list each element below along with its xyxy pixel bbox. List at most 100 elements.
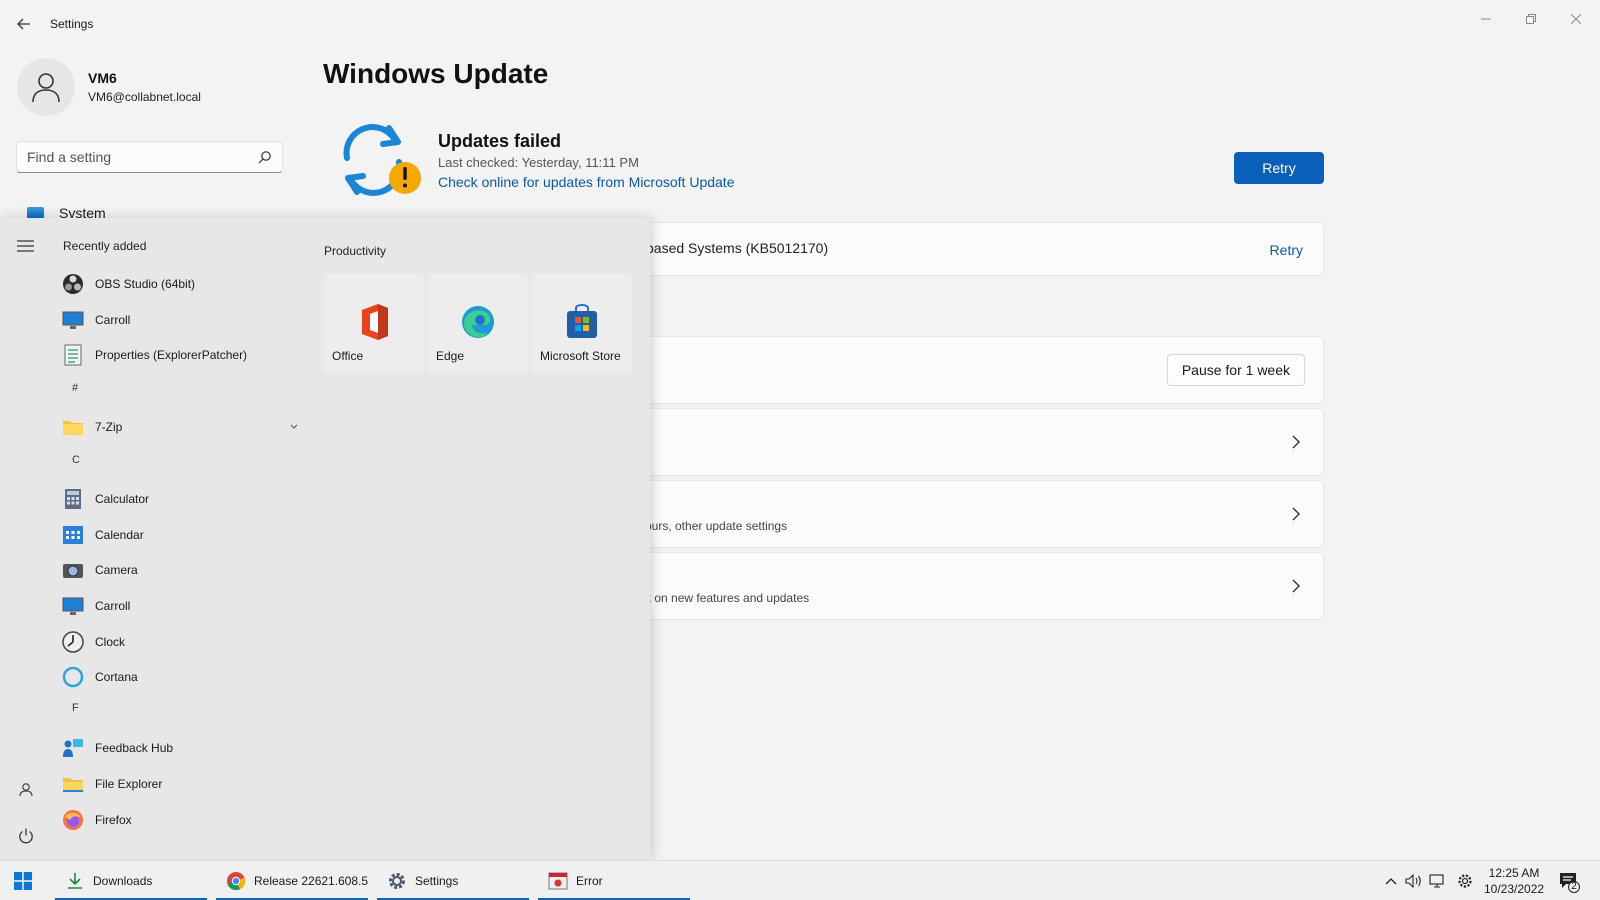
profile-name: VM6 xyxy=(88,70,117,86)
last-checked-text: Last checked: Yesterday, 11:11 PM xyxy=(438,155,639,170)
user-account-icon[interactable] xyxy=(17,781,35,799)
hamburger-menu-icon[interactable] xyxy=(17,240,34,252)
app-item-label: Feedback Hub xyxy=(95,741,174,755)
retry-button[interactable]: Retry xyxy=(1234,152,1324,184)
notification-center-button[interactable]: 2 xyxy=(1558,871,1580,893)
app-item-label: OBS Studio (64bit) xyxy=(95,277,196,291)
app-item-properties-explorerpatcher[interactable]: Properties (ExplorerPatcher) xyxy=(62,340,302,370)
minimize-button[interactable] xyxy=(1472,8,1500,30)
microsoft-store-icon xyxy=(567,304,597,338)
start-menu: Recently added OBS Studio (64bit) Carrol… xyxy=(0,218,650,860)
taskbar-item-label: Downloads xyxy=(93,874,153,888)
app-item-file-explorer[interactable]: File Explorer xyxy=(62,769,302,799)
taskbar-item-chrome[interactable]: Release 22621.608.5... xyxy=(216,861,368,900)
app-item-label: Carroll xyxy=(95,313,131,327)
properties-icon xyxy=(62,344,84,366)
recently-added-heading: Recently added xyxy=(63,239,147,253)
app-item-label: Calendar xyxy=(95,528,144,542)
app-item-7zip[interactable]: 7-Zip xyxy=(62,412,302,442)
chrome-icon xyxy=(226,871,246,891)
search-icon[interactable] xyxy=(258,150,272,164)
taskbar-clock[interactable]: 12:25 AM 10/23/2022 xyxy=(1484,865,1544,897)
calendar-icon xyxy=(62,524,84,546)
taskbar-item-downloads[interactable]: Downloads xyxy=(55,861,207,900)
power-icon[interactable] xyxy=(17,827,35,845)
gear-icon xyxy=(387,871,407,891)
check-online-link[interactable]: Check online for updates from Microsoft … xyxy=(438,174,734,190)
app-item-label: 7-Zip xyxy=(95,420,123,434)
tile-edge[interactable]: Edge xyxy=(428,274,528,372)
tile-label: Office xyxy=(332,349,364,363)
app-item-label: Firefox xyxy=(95,813,132,827)
app-item-camera[interactable]: Camera xyxy=(62,555,302,585)
tile-office[interactable]: Office xyxy=(324,274,424,372)
app-item-label: Properties (ExplorerPatcher) xyxy=(95,348,248,362)
taskbar-item-error[interactable]: Error xyxy=(538,861,690,900)
monitor-icon xyxy=(62,595,84,617)
folder-icon xyxy=(62,773,84,795)
minimize-icon xyxy=(1481,18,1491,20)
taskbar-item-settings[interactable]: Settings xyxy=(377,861,529,900)
app-title: Settings xyxy=(50,17,94,31)
update-item-title: based Systems (KB5012170) xyxy=(646,240,829,256)
app-item-carroll-recent[interactable]: Carroll xyxy=(62,305,302,335)
folder-icon xyxy=(62,416,84,438)
section-letter-f[interactable]: F xyxy=(72,702,79,714)
app-item-carroll[interactable]: Carroll xyxy=(62,591,302,621)
download-icon xyxy=(65,871,85,891)
cortana-icon xyxy=(62,666,84,688)
chevron-right-icon xyxy=(1292,435,1300,449)
office-icon xyxy=(362,304,388,340)
clock-icon xyxy=(62,631,84,653)
insider-program-subtitle: k on new features and updates xyxy=(645,591,810,605)
update-item-retry-link[interactable]: Retry xyxy=(1270,242,1303,258)
chevron-up-icon[interactable] xyxy=(1382,872,1400,890)
chevron-down-icon[interactable] xyxy=(290,424,298,430)
back-arrow-icon xyxy=(17,18,30,30)
app-item-cortana[interactable]: Cortana xyxy=(62,662,302,692)
status-title: Updates failed xyxy=(438,131,562,151)
app-item-calendar[interactable]: Calendar xyxy=(62,520,302,550)
restore-button[interactable] xyxy=(1517,8,1545,30)
section-letter-hash[interactable]: # xyxy=(72,382,78,394)
person-icon xyxy=(32,73,60,103)
page-title: Windows Update xyxy=(323,58,549,89)
back-button[interactable] xyxy=(12,12,36,36)
advanced-options-subtitle: ours, other update settings xyxy=(645,519,788,533)
tile-microsoft-store[interactable]: Microsoft Store xyxy=(532,274,632,372)
chevron-right-icon xyxy=(1292,507,1300,521)
section-letter-c[interactable]: C xyxy=(72,454,80,466)
notification-count-badge: 2 xyxy=(1571,881,1577,892)
app-item-calculator[interactable]: Calculator xyxy=(62,484,302,514)
profile-email: VM6@collabnet.local xyxy=(88,90,201,104)
restore-icon xyxy=(1526,14,1536,24)
volume-icon[interactable] xyxy=(1405,872,1423,890)
taskbar: Downloads Release 22621.608.5... Setting… xyxy=(0,860,1600,900)
gear-icon[interactable] xyxy=(1456,872,1474,890)
search-box[interactable] xyxy=(16,141,283,173)
pause-updates-button[interactable]: Pause for 1 week xyxy=(1166,354,1305,386)
taskbar-item-label: Error xyxy=(576,874,603,888)
app-item-firefox[interactable]: Firefox xyxy=(62,805,302,835)
app-item-obs-studio[interactable]: OBS Studio (64bit) xyxy=(62,269,302,299)
taskbar-item-label: Release 22621.608.5... xyxy=(254,874,368,888)
app-item-label: Clock xyxy=(95,635,126,649)
clock-date: 10/23/2022 xyxy=(1484,882,1545,896)
windows-start-icon[interactable] xyxy=(14,872,32,890)
title-bar: Settings xyxy=(0,0,1600,48)
edge-icon xyxy=(462,306,494,338)
chevron-right-icon xyxy=(1292,579,1300,593)
firefox-icon xyxy=(62,809,84,831)
app-item-clock[interactable]: Clock xyxy=(62,627,302,657)
productivity-group-title: Productivity xyxy=(324,244,387,258)
clock-time: 12:25 AM xyxy=(1488,866,1540,880)
close-button[interactable] xyxy=(1562,8,1590,30)
app-item-label: Calculator xyxy=(95,492,150,506)
network-icon[interactable] xyxy=(1429,872,1447,890)
user-profile[interactable]: VM6 VM6@collabnet.local xyxy=(17,58,201,116)
app-item-feedback-hub[interactable]: Feedback Hub xyxy=(62,733,302,763)
feedback-hub-icon xyxy=(62,737,84,759)
camera-icon xyxy=(62,559,84,581)
search-input[interactable] xyxy=(27,149,247,165)
error-window-icon xyxy=(548,871,568,891)
